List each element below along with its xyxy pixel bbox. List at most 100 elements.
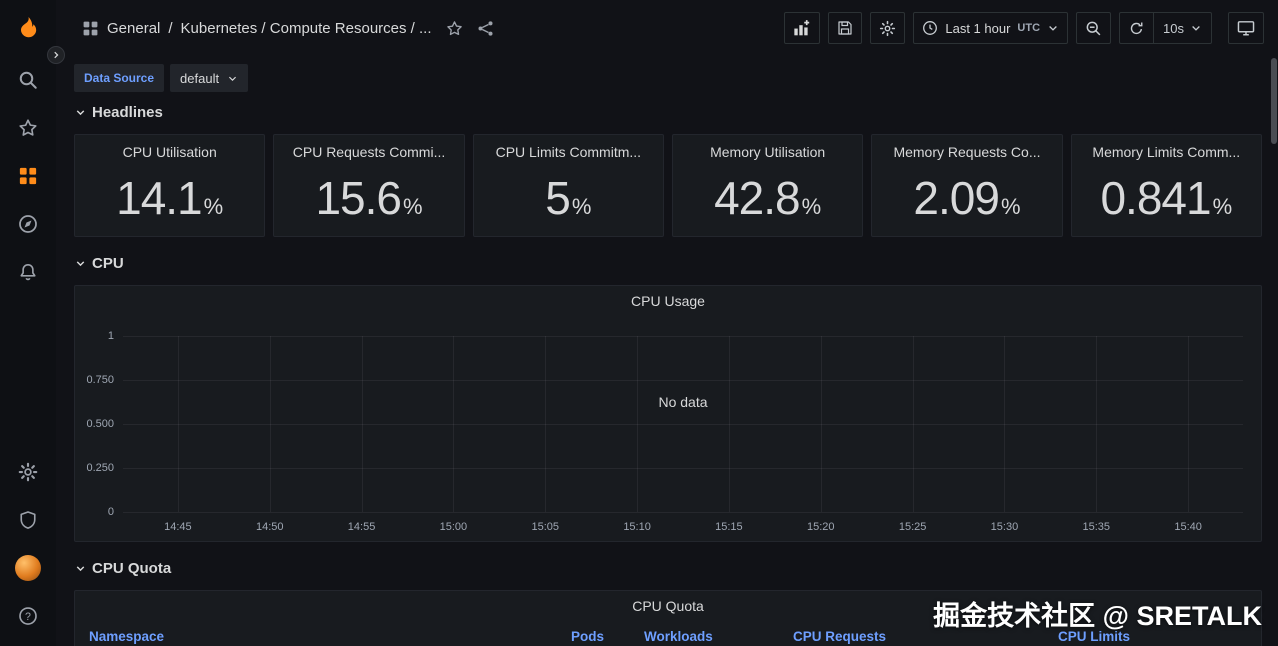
stat-unit: % (1001, 194, 1021, 220)
grafana-dashboard: ? General / Kubernetes / Compute Resourc… (0, 0, 1278, 646)
y-axis-tick-label: 1 (108, 330, 114, 342)
grid-line-vertical (178, 336, 179, 512)
variables-bar: Data Source default (56, 56, 1278, 98)
panel-title[interactable]: Memory Limits Comm... (1092, 144, 1240, 160)
grid-line-horizontal (123, 380, 1243, 381)
configuration-gear-icon[interactable] (0, 448, 56, 496)
breadcrumb-actions (446, 20, 494, 37)
stat-value: 42.8 (714, 175, 800, 221)
svg-text:?: ? (25, 611, 31, 623)
x-axis-tick-label: 14:55 (348, 521, 376, 533)
stat-unit: % (1213, 194, 1233, 220)
sidebar: ? (0, 0, 56, 646)
stat-value-row: 42.8% (714, 175, 821, 221)
datasource-variable-dropdown[interactable]: default (170, 64, 248, 92)
x-axis-tick-label: 15:20 (807, 521, 835, 533)
y-axis-tick-label: 0.500 (86, 418, 114, 430)
zoom-out-icon[interactable] (1076, 12, 1111, 44)
y-axis-tick-label: 0 (108, 506, 114, 518)
y-axis-tick-label: 0.250 (86, 462, 114, 474)
clock-icon (922, 20, 938, 36)
no-data-message: No data (658, 394, 707, 410)
dashboard-settings-gear-icon[interactable] (870, 12, 905, 44)
stat-value: 5 (545, 175, 570, 221)
x-axis-tick-label: 15:30 (991, 521, 1019, 533)
breadcrumb-folder[interactable]: General (107, 20, 160, 37)
user-avatar[interactable] (0, 544, 56, 592)
avatar (15, 555, 41, 581)
panel-title[interactable]: Memory Requests Co... (893, 144, 1040, 160)
stat-body: 14.1% (116, 160, 223, 236)
stat-value: 2.09 (913, 175, 999, 221)
stat-body: 2.09% (913, 160, 1020, 236)
stat-unit: % (204, 194, 224, 220)
stat-panel-memory-requests-commitment: Memory Requests Co... 2.09% (871, 134, 1062, 237)
chevron-down-icon (1190, 22, 1202, 34)
grid-line-vertical (453, 336, 454, 512)
stat-value-row: 15.6% (315, 175, 422, 221)
grid-line-horizontal (123, 512, 1243, 513)
refresh-interval-dropdown[interactable]: 10s (1153, 13, 1211, 43)
kiosk-monitor-icon[interactable] (1228, 12, 1264, 44)
panel-title[interactable]: CPU Limits Commitm... (496, 144, 641, 160)
section-header-cpu-quota[interactable]: CPU Quota (74, 556, 1262, 580)
add-panel-icon[interactable] (784, 12, 820, 44)
panel-title[interactable]: CPU Usage (75, 286, 1261, 316)
stat-unit: % (572, 194, 592, 220)
column-header-pods[interactable]: Pods (571, 629, 644, 644)
help-icon[interactable]: ? (0, 592, 56, 640)
panel-title[interactable]: CPU Requests Commi... (293, 144, 445, 160)
stat-body: 0.841% (1100, 160, 1232, 236)
breadcrumb: General / Kubernetes / Compute Resources… (82, 20, 432, 37)
explore-compass-icon[interactable] (0, 200, 56, 248)
stat-value: 14.1 (116, 175, 202, 221)
sidebar-expand-button[interactable] (47, 46, 65, 64)
admin-shield-icon[interactable] (0, 496, 56, 544)
grid-line-vertical (729, 336, 730, 512)
save-dashboard-icon[interactable] (828, 12, 862, 44)
stat-panel-cpu-requests-commitment: CPU Requests Commi... 15.6% (273, 134, 464, 237)
alerting-bell-icon[interactable] (0, 248, 56, 296)
star-icon[interactable] (0, 104, 56, 152)
section-title: CPU Quota (92, 560, 171, 577)
grid-line-vertical (1188, 336, 1189, 512)
panel-title[interactable]: Memory Utilisation (710, 144, 825, 160)
topbar-toolbar: Last 1 hour UTC 10s (784, 12, 1264, 44)
grid-line-vertical (1004, 336, 1005, 512)
grafana-logo[interactable] (0, 0, 56, 56)
stat-value-row: 5% (545, 175, 591, 221)
section-header-headlines[interactable]: Headlines (74, 100, 1262, 124)
chevron-down-icon (74, 257, 87, 270)
stat-value-row: 14.1% (116, 175, 223, 221)
sidebar-nav-top (0, 56, 56, 296)
grid-line-vertical (1096, 336, 1097, 512)
share-icon[interactable] (477, 20, 494, 37)
stat-body: 42.8% (714, 160, 821, 236)
x-axis-tick-label: 15:35 (1083, 521, 1111, 533)
x-axis-tick-label: 14:45 (164, 521, 192, 533)
datasource-variable-value: default (180, 71, 219, 86)
chevron-down-icon (227, 73, 238, 84)
dashboards-grid-icon[interactable] (0, 152, 56, 200)
chevron-down-icon (74, 106, 87, 119)
panel-title[interactable]: CPU Utilisation (123, 144, 217, 160)
search-icon[interactable] (0, 56, 56, 104)
x-axis-tick-label: 15:15 (715, 521, 743, 533)
x-axis-tick-label: 14:50 (256, 521, 284, 533)
section-title: Headlines (92, 104, 163, 121)
section-header-cpu[interactable]: CPU (74, 251, 1262, 275)
time-range-picker[interactable]: Last 1 hour UTC (913, 12, 1068, 44)
column-header-namespace[interactable]: Namespace (75, 629, 571, 644)
y-axis-tick-label: 0.750 (86, 374, 114, 386)
grid-line-vertical (637, 336, 638, 512)
stat-panel-memory-limits-commitment: Memory Limits Comm... 0.841% (1071, 134, 1262, 237)
scrollbar-thumb[interactable] (1271, 58, 1277, 144)
x-axis-tick-label: 15:05 (531, 521, 559, 533)
column-header-workloads[interactable]: Workloads (644, 629, 793, 644)
cpu-usage-panel: CPU Usage No data 1 0.750 0.500 0.250 0 14:45… (74, 285, 1262, 542)
refresh-icon[interactable] (1120, 13, 1153, 43)
favorite-star-icon[interactable] (446, 20, 463, 37)
sidebar-nav-bottom: ? (0, 448, 56, 640)
breadcrumb-separator: / (168, 20, 172, 37)
chevron-down-icon (74, 562, 87, 575)
